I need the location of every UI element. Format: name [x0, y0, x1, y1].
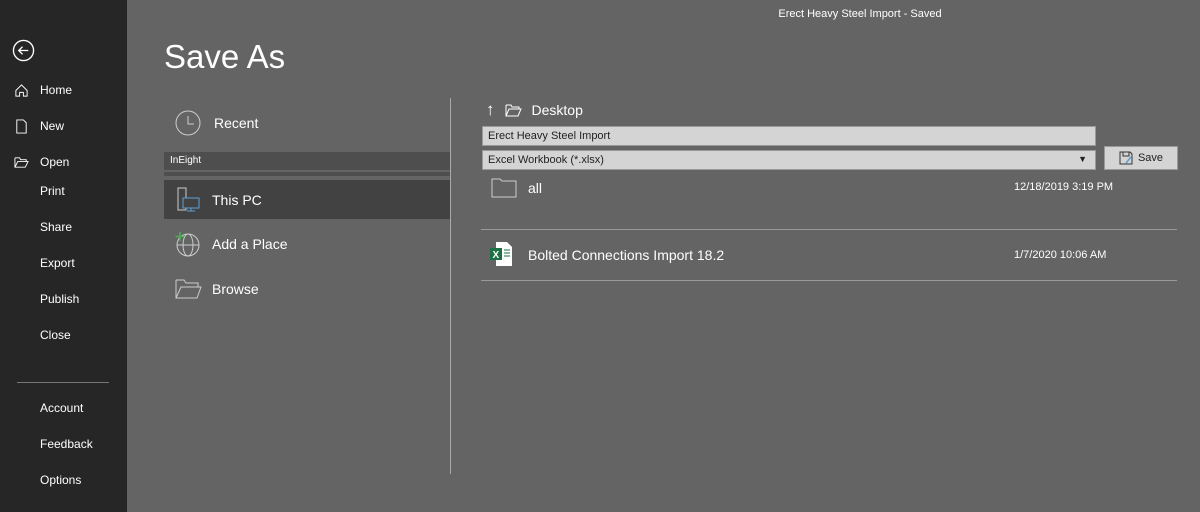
file-name: all [528, 180, 543, 196]
location-label: Recent [214, 115, 259, 131]
excel-file-icon: X [490, 242, 512, 266]
location-group-header: InEight [164, 152, 450, 170]
file-date: 1/7/2020 10:06 AM [1014, 249, 1107, 261]
sidebar-item-close[interactable]: Close [0, 321, 127, 349]
location-label: This PC [212, 191, 262, 208]
file-date: 12/18/2019 3:19 PM [1014, 181, 1114, 193]
this-pc-icon [177, 187, 200, 211]
group-divider [164, 172, 450, 176]
sidebar-item-label: Account [40, 401, 84, 415]
sidebar-item-options[interactable]: Options [0, 466, 127, 494]
page-title: Save As [164, 38, 286, 75]
back-arrow-icon[interactable] [12, 39, 35, 62]
sidebar-item-new[interactable]: New [0, 112, 127, 140]
sidebar-item-label: Share [40, 220, 73, 234]
sidebar-item-label: Home [40, 83, 73, 97]
sidebar-item-export[interactable]: Export [0, 249, 127, 277]
browse-folder-icon [175, 279, 202, 299]
location-label: Add a Place [212, 236, 288, 252]
file-name: Bolted Connections Import 18.2 [528, 247, 725, 263]
window-title: Erect Heavy Steel Import - Saved [778, 8, 942, 20]
location-add-place[interactable]: Add a Place [164, 228, 450, 260]
chevron-down-icon: ▼ [1078, 154, 1087, 164]
sidebar-item-feedback[interactable]: Feedback [0, 430, 127, 458]
sidebar-item-publish[interactable]: Publish [0, 285, 127, 313]
location-recent[interactable]: Recent [164, 108, 450, 138]
sidebar-item-label: Export [40, 256, 75, 270]
file-row[interactable]: all 12/18/2019 3:19 PM [481, 178, 1177, 230]
sidebar-item-label: Close [40, 328, 71, 342]
filetype-select[interactable]: Excel Workbook (*.xlsx) ▼ [482, 150, 1096, 170]
save-icon [1119, 151, 1133, 165]
add-place-globe-icon [175, 232, 200, 257]
sidebar-item-share[interactable]: Share [0, 213, 127, 241]
file-row[interactable]: X Bolted Connections Import 18.2 1/7/202… [481, 231, 1177, 281]
filename-input[interactable] [482, 126, 1096, 146]
sidebar-item-account[interactable]: Account [0, 394, 127, 422]
backstage-sidebar: Home New Open Print Share Export Publish… [0, 0, 127, 512]
breadcrumb: ↑ Desktop [486, 100, 583, 120]
sidebar-divider [17, 382, 109, 383]
sidebar-item-label: Feedback [40, 437, 93, 451]
sidebar-item-label: Publish [40, 292, 80, 306]
save-button[interactable]: Save [1104, 146, 1178, 170]
open-folder-icon [13, 156, 29, 168]
filetype-value: Excel Workbook (*.xlsx) [488, 154, 604, 166]
location-browse[interactable]: Browse [164, 273, 450, 305]
sidebar-item-home[interactable]: Home [0, 76, 127, 104]
sidebar-item-label: New [40, 119, 65, 133]
new-file-icon [15, 118, 27, 134]
folder-icon [505, 104, 522, 116]
sidebar-item-label: Open [40, 155, 70, 169]
home-icon [14, 83, 28, 97]
sidebar-item-label: Print [40, 184, 65, 198]
location-label: Browse [212, 281, 259, 297]
current-folder[interactable]: Desktop [532, 102, 583, 118]
sidebar-item-label: Options [40, 473, 82, 487]
up-arrow-icon[interactable]: ↑ [486, 100, 495, 120]
pane-divider [450, 98, 451, 474]
folder-icon [491, 178, 517, 198]
sidebar-item-open[interactable]: Open [0, 148, 127, 176]
sidebar-item-print[interactable]: Print [0, 177, 127, 205]
location-this-pc[interactable]: This PC [164, 180, 450, 219]
clock-icon [175, 110, 201, 136]
svg-text:X: X [493, 250, 500, 261]
save-label: Save [1137, 152, 1164, 164]
